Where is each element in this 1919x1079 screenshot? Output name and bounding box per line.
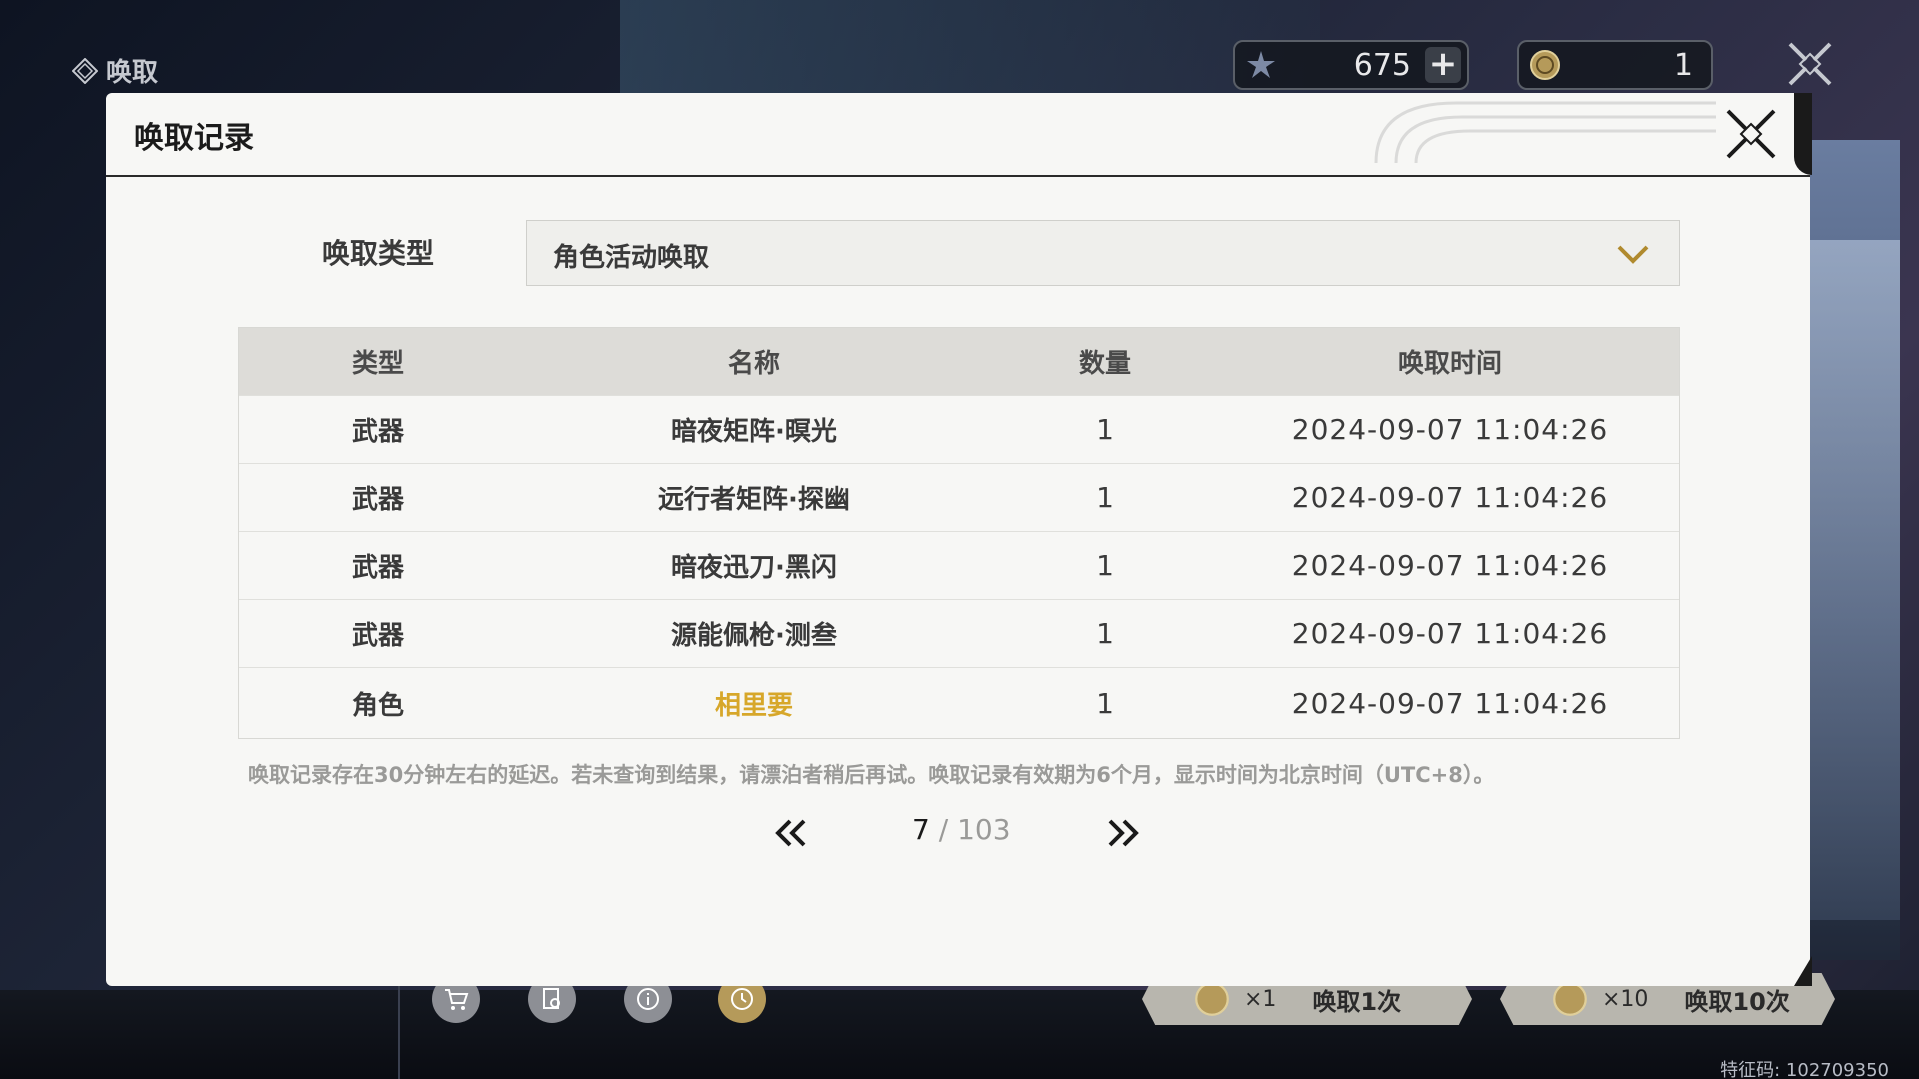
cell-type: 武器: [351, 621, 404, 651]
table-row: 角色 相里要 1 2024-09-07 11:04:26: [239, 668, 1679, 738]
header-decoration: [1374, 101, 1716, 163]
filter-label: 唤取类型: [322, 237, 435, 270]
screen-title: 唤取: [72, 52, 158, 89]
cell-name: 远行者矩阵·探幽: [658, 485, 850, 515]
delay-notice: 唤取记录存在30分钟左右的延迟。若未查询到结果，请漂泊者稍后再试。唤取记录有效期…: [248, 763, 1495, 787]
star-shard-icon: [1247, 51, 1275, 78]
add-currency-button[interactable]: +: [1425, 47, 1461, 83]
cell-quantity: 1: [1096, 549, 1114, 582]
table-row: 武器 暗夜矩阵·暝光 1 2024-09-07 11:04:26: [239, 396, 1679, 464]
tide-value: 1: [1673, 48, 1693, 83]
star-shards-value: 675: [1353, 48, 1411, 83]
modal-corner-decoration: [1794, 956, 1812, 986]
convene-logo-icon: [72, 57, 98, 84]
table-row: 武器 远行者矩阵·探幽 1 2024-09-07 11:04:26: [239, 464, 1679, 532]
cell-name: 暗夜迅刀·黑闪: [671, 553, 837, 583]
currency-tide: 1: [1517, 40, 1713, 90]
column-header-quantity: 数量: [1078, 349, 1131, 379]
table-row: 武器 源能佩枪·测叁 1 2024-09-07 11:04:26: [239, 600, 1679, 668]
cell-name: 源能佩枪·测叁: [671, 621, 837, 651]
screen-title-label: 唤取: [106, 58, 159, 88]
modal-header: 唤取记录: [106, 93, 1810, 177]
coin-icon: [1195, 982, 1229, 1016]
previous-page-icon[interactable]: [770, 817, 810, 849]
filter-row: 唤取类型 角色活动唤取: [106, 220, 1810, 288]
cell-name: 暗夜矩阵·暝光: [671, 417, 837, 447]
column-header-name: 名称: [727, 349, 780, 379]
summon-once-label: 唤取1次: [1312, 987, 1402, 1016]
total-pages: 103: [957, 813, 1011, 846]
background-pillar-light: [1810, 240, 1900, 920]
chevron-down-icon: [1617, 245, 1649, 264]
close-icon[interactable]: [1724, 107, 1778, 161]
currency-star-shards: 675 +: [1233, 40, 1469, 90]
page-separator: /: [929, 813, 958, 846]
cell-time: 2024-09-07 11:04:26: [1291, 481, 1609, 514]
coin-icon: [1530, 50, 1560, 80]
cell-quantity: 1: [1096, 617, 1114, 650]
records-table: 类型 名称 数量 唤取时间 武器 暗夜矩阵·暝光 1 2024-09-07 11…: [238, 327, 1680, 739]
convene-type-dropdown[interactable]: 角色活动唤取: [526, 220, 1680, 286]
column-header-type: 类型: [351, 349, 404, 379]
cell-quantity: 1: [1096, 686, 1114, 720]
cell-type: 武器: [351, 417, 404, 447]
cell-quantity: 1: [1096, 481, 1114, 514]
info-icon: [637, 988, 659, 1010]
cell-type: 角色: [351, 690, 404, 721]
search-document-icon: [543, 988, 560, 1009]
column-header-time: 唤取时间: [1397, 349, 1502, 379]
summon-once-multiplier: ×1: [1244, 986, 1277, 1012]
cell-time: 2024-09-07 11:04:26: [1291, 686, 1609, 720]
game-screen: 唤取 675 + 1 ×1 唤取1次 ×10 唤取10次 特征码: 102709…: [0, 0, 1919, 1079]
table-row: 武器 暗夜迅刀·黑闪 1 2024-09-07 11:04:26: [239, 532, 1679, 600]
cell-time: 2024-09-07 11:04:26: [1291, 413, 1609, 446]
summon-ten-label: 唤取10次: [1684, 987, 1790, 1016]
page-indicator: 7 / 103: [912, 813, 1011, 846]
modal-corner-decoration: [1794, 93, 1812, 175]
modal-title: 唤取记录: [134, 121, 254, 156]
history-clock-icon: [731, 988, 753, 1010]
feature-code: 特征码: 102709350: [1720, 1060, 1889, 1079]
cell-quantity: 1: [1096, 413, 1114, 446]
current-page: 7: [912, 813, 930, 846]
convene-type-value: 角色活动唤取: [553, 243, 710, 273]
cell-name-highlighted: 相里要: [714, 690, 793, 721]
cell-time: 2024-09-07 11:04:26: [1291, 549, 1609, 582]
close-screen-icon[interactable]: [1786, 40, 1834, 88]
summon-ten-multiplier: ×10: [1602, 986, 1649, 1012]
next-page-icon[interactable]: [1104, 817, 1144, 849]
background-divider: [398, 985, 400, 1079]
coin-icon: [1553, 982, 1587, 1016]
cell-type: 武器: [351, 485, 404, 515]
convene-history-modal: 唤取记录 唤取类型 角色活动唤取 类型 名称 数量 唤取时间 武器 暗夜矩阵·暝…: [106, 93, 1812, 986]
table-header-row: 类型 名称 数量 唤取时间: [239, 328, 1679, 396]
cell-time: 2024-09-07 11:04:26: [1291, 617, 1609, 650]
pagination: 7 / 103: [106, 809, 1810, 859]
cell-type: 武器: [351, 553, 404, 583]
cart-icon: [445, 989, 469, 1010]
